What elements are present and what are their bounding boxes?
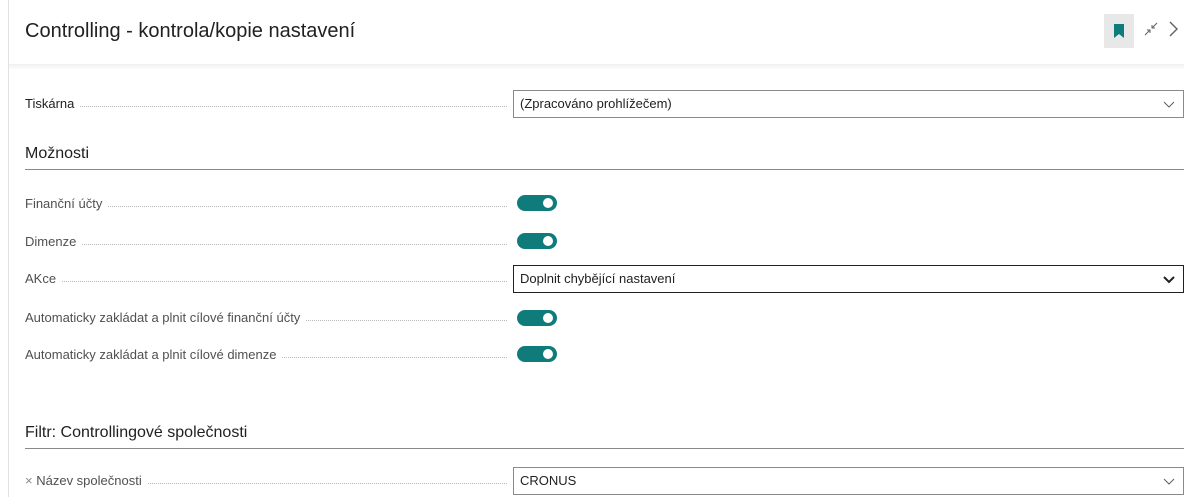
printer-select[interactable]: (Zpracováno prohlížečem) — [513, 90, 1184, 118]
action-select[interactable]: Doplnit chybějící nastavení — [513, 265, 1184, 293]
printer-row: Tiskárna — [25, 93, 509, 115]
toggle-knob — [543, 198, 553, 208]
collapse-icon[interactable] — [1142, 20, 1160, 38]
filter-heading: Filtr: Controllingové společnosti — [25, 424, 248, 441]
printer-label: Tiskárna — [25, 93, 81, 115]
remove-filter-icon[interactable]: × — [25, 473, 36, 488]
action-value: Doplnit chybějící nastavení — [520, 271, 676, 286]
toggle-knob — [543, 313, 553, 323]
panel-border — [8, 0, 9, 497]
company-name-value: CRONUS — [520, 473, 577, 488]
toggle-knob — [543, 236, 553, 246]
financial-accounts-toggle[interactable] — [517, 195, 557, 211]
page-title: Controlling - kontrola/kopie nastavení — [25, 20, 356, 42]
options-divider — [25, 169, 1184, 170]
printer-value: (Zpracováno prohlížečem) — [520, 96, 672, 111]
company-name-row: × Název společnosti — [25, 470, 509, 492]
header-divider — [9, 64, 1184, 70]
chevron-down-icon — [1163, 276, 1175, 284]
auto-accounts-row: Automaticky zakládat a plnit cílové fina… — [25, 307, 509, 329]
dimensions-toggle[interactable] — [517, 233, 557, 249]
chevron-right-icon[interactable] — [1167, 20, 1179, 38]
company-name-field[interactable]: CRONUS — [513, 467, 1184, 495]
company-name-label-wrap: × Název společnosti — [25, 470, 148, 492]
auto-accounts-label: Automaticky zakládat a plnit cílové fina… — [25, 307, 307, 329]
dotted-leader — [25, 281, 507, 282]
chevron-down-icon — [1163, 101, 1175, 108]
bookmark-icon — [1114, 24, 1124, 38]
dotted-leader — [25, 244, 507, 245]
auto-dimensions-row: Automaticky zakládat a plnit cílové dime… — [25, 344, 509, 366]
financial-accounts-label: Finanční účty — [25, 193, 109, 215]
financial-accounts-row: Finanční účty — [25, 193, 509, 215]
filter-divider — [25, 448, 1184, 449]
action-row: AKce — [25, 268, 509, 290]
chevron-down-icon — [1163, 478, 1175, 485]
bookmark-button[interactable] — [1104, 14, 1134, 48]
toggle-knob — [543, 349, 553, 359]
action-label: AKce — [25, 268, 63, 290]
auto-accounts-toggle[interactable] — [517, 310, 557, 326]
options-heading: Možnosti — [25, 145, 90, 162]
company-name-label: Název společnosti — [36, 473, 142, 488]
auto-dimensions-toggle[interactable] — [517, 346, 557, 362]
dotted-leader — [25, 106, 507, 107]
auto-dimensions-label: Automaticky zakládat a plnit cílové dime… — [25, 344, 283, 366]
dimensions-row: Dimenze — [25, 231, 509, 253]
dimensions-label: Dimenze — [25, 231, 83, 253]
